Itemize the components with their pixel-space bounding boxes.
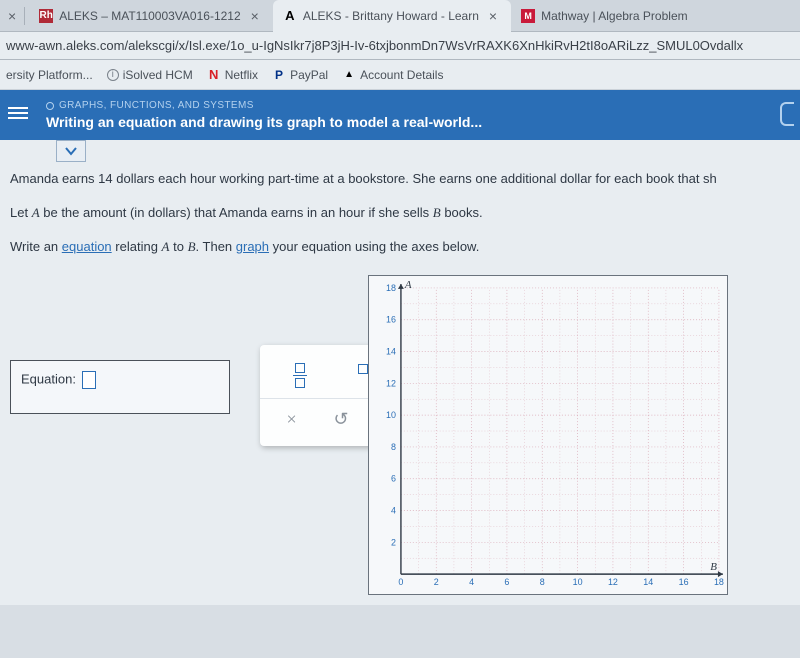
svg-text:10: 10 [386, 410, 396, 420]
svg-text:16: 16 [679, 577, 689, 587]
bookmark-item[interactable]: i iSolved HCM [107, 68, 193, 82]
svg-text:12: 12 [608, 577, 618, 587]
svg-text:8: 8 [391, 441, 396, 451]
aleks-favicon: A [283, 9, 297, 23]
browser-tab[interactable]: Rh ALEKS – MAT110003VA016-1212 × [29, 0, 273, 32]
graph-link[interactable]: graph [236, 239, 269, 254]
bookmark-item[interactable]: ersity Platform... [6, 68, 93, 82]
equation-label: Equation: [21, 371, 76, 386]
svg-text:10: 10 [573, 577, 583, 587]
svg-text:6: 6 [391, 473, 396, 483]
bookmark-item[interactable]: N Netflix [207, 68, 258, 82]
clear-button[interactable]: × [286, 409, 296, 430]
url-bar[interactable]: www-awn.aleks.com/alekscgi/x/Isl.exe/1o_… [0, 32, 800, 60]
svg-text:18: 18 [714, 577, 724, 587]
tab-label: ALEKS - Brittany Howard - Learn [303, 9, 479, 23]
paypal-icon: P [272, 68, 286, 82]
bookmark-label: Account Details [360, 68, 443, 82]
breadcrumb-text: GRAPHS, FUNCTIONS, AND SYSTEMS [59, 100, 254, 111]
svg-text:4: 4 [391, 505, 396, 515]
svg-text:12: 12 [386, 378, 396, 388]
work-area: Equation: = × ↺ ? [10, 275, 790, 595]
bookmark-label: iSolved HCM [123, 68, 193, 82]
svg-text:0: 0 [398, 577, 403, 587]
svg-text:6: 6 [504, 577, 509, 587]
menu-icon[interactable] [8, 104, 28, 122]
mathway-favicon: M [521, 9, 535, 23]
close-tab-icon[interactable]: × [485, 8, 501, 24]
equation-link[interactable]: equation [62, 239, 112, 254]
svg-text:8: 8 [540, 577, 545, 587]
topic-circle-icon [46, 102, 54, 110]
graph-canvas[interactable]: 0 2 4 6 8 10 12 14 16 18 2 4 6 8 10 12 14 16 18 A B [368, 275, 728, 595]
close-icon[interactable]: × [4, 8, 20, 24]
problem-statement: Amanda earns 14 dollars each hour workin… [10, 170, 790, 257]
url-text: www-awn.aleks.com/alekscgi/x/Isl.exe/1o_… [6, 38, 743, 53]
svg-text:B: B [710, 561, 717, 573]
panel-toggle-icon[interactable] [780, 102, 794, 126]
content-area: Amanda earns 14 dollars each hour workin… [0, 140, 800, 605]
fraction-tool[interactable] [293, 361, 307, 388]
browser-tab[interactable]: M Mathway | Algebra Problem [511, 0, 698, 32]
isolved-icon: i [107, 69, 119, 81]
aleks-favicon: Rh [39, 9, 53, 23]
breadcrumb: GRAPHS, FUNCTIONS, AND SYSTEMS [46, 100, 788, 111]
bookmark-label: PayPal [290, 68, 328, 82]
lesson-banner: GRAPHS, FUNCTIONS, AND SYSTEMS Writing a… [0, 90, 800, 140]
lesson-title: Writing an equation and drawing its grap… [46, 114, 788, 130]
svg-text:4: 4 [469, 577, 474, 587]
close-tab-icon[interactable]: × [247, 8, 263, 24]
reset-button[interactable]: ↺ [334, 409, 349, 430]
bookmarks-bar: ersity Platform... i iSolved HCM N Netfl… [0, 60, 800, 90]
bookmark-item[interactable]: ▲ Account Details [342, 68, 443, 82]
bookmark-item[interactable]: P PayPal [272, 68, 328, 82]
svg-text:16: 16 [386, 314, 396, 324]
svg-text:18: 18 [386, 282, 396, 292]
tab-label: ALEKS – MAT110003VA016-1212 [59, 9, 240, 23]
bookmark-label: ersity Platform... [6, 68, 93, 82]
browser-tab-active[interactable]: A ALEKS - Brittany Howard - Learn × [273, 0, 511, 32]
equation-input[interactable] [82, 371, 96, 389]
svg-text:14: 14 [386, 346, 396, 356]
bookmark-label: Netflix [225, 68, 258, 82]
svg-text:A: A [404, 278, 412, 290]
expand-button[interactable] [56, 140, 86, 162]
svg-text:14: 14 [643, 577, 653, 587]
browser-tabs-bar: × Rh ALEKS – MAT110003VA016-1212 × A ALE… [0, 0, 800, 32]
tab-label: Mathway | Algebra Problem [541, 9, 688, 23]
account-icon: ▲ [342, 68, 356, 82]
equation-input-box: Equation: [10, 360, 230, 414]
svg-text:2: 2 [391, 537, 396, 547]
netflix-icon: N [207, 68, 221, 82]
svg-text:2: 2 [434, 577, 439, 587]
